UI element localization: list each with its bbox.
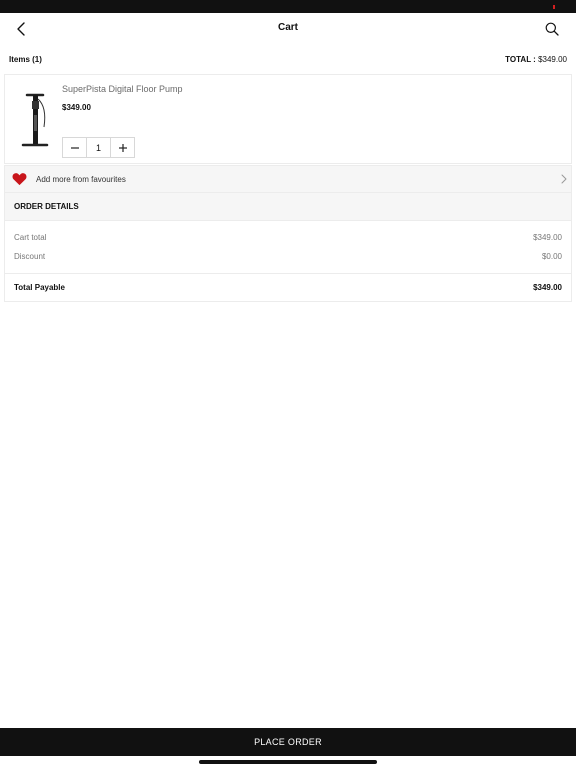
- top-nav-bar: Cart: [0, 13, 576, 45]
- product-name[interactable]: SuperPista Digital Floor Pump: [62, 84, 183, 94]
- cart-summary-bar: Items (1) TOTAL : $349.00: [0, 52, 576, 68]
- search-icon: [545, 22, 559, 36]
- cart-total-row: Cart total $349.00: [5, 233, 571, 247]
- total-value: $349.00: [538, 55, 567, 64]
- increase-quantity-button[interactable]: [111, 138, 134, 157]
- add-from-favourites-row[interactable]: Add more from favourites: [4, 165, 572, 193]
- total-label: TOTAL :: [505, 55, 536, 64]
- product-price: $349.00: [62, 103, 91, 112]
- order-details-header: ORDER DETAILS: [4, 193, 572, 221]
- chevron-right-icon: [561, 174, 567, 184]
- page-title: Cart: [277, 22, 298, 33]
- home-indicator: [199, 760, 377, 764]
- cart-total-value: $349.00: [533, 233, 562, 242]
- cart-total-label: Cart total: [14, 233, 47, 242]
- place-order-button[interactable]: PLACE ORDER: [0, 728, 576, 756]
- decrease-quantity-button[interactable]: [63, 138, 86, 157]
- total-payable-row: Total Payable $349.00: [5, 283, 571, 297]
- status-bar: [0, 0, 576, 13]
- items-count: Items (1): [9, 55, 42, 64]
- discount-label: Discount: [14, 252, 46, 261]
- details-divider: [5, 273, 571, 274]
- total-payable-label: Total Payable: [14, 283, 65, 292]
- order-details-title: ORDER DETAILS: [14, 202, 79, 211]
- floor-pump-image: [17, 87, 53, 151]
- plus-icon: [118, 143, 127, 152]
- cart-item-card[interactable]: SuperPista Digital Floor Pump $349.00 1: [4, 74, 572, 164]
- discount-value: $0.00: [541, 252, 562, 261]
- order-details-panel: Cart total $349.00 Discount $0.00 Total …: [4, 221, 572, 302]
- favourites-label: Add more from favourites: [36, 175, 126, 184]
- minus-icon: [70, 146, 79, 149]
- status-indicator-dot: [553, 5, 555, 9]
- heart-icon: [12, 173, 27, 186]
- cart-total-summary: TOTAL : $349.00: [505, 55, 567, 64]
- search-button[interactable]: [541, 18, 563, 40]
- quantity-value[interactable]: 1: [86, 138, 111, 157]
- quantity-stepper: 1: [62, 137, 135, 158]
- discount-row: Discount $0.00: [5, 252, 571, 266]
- total-payable-value: $349.00: [533, 283, 562, 292]
